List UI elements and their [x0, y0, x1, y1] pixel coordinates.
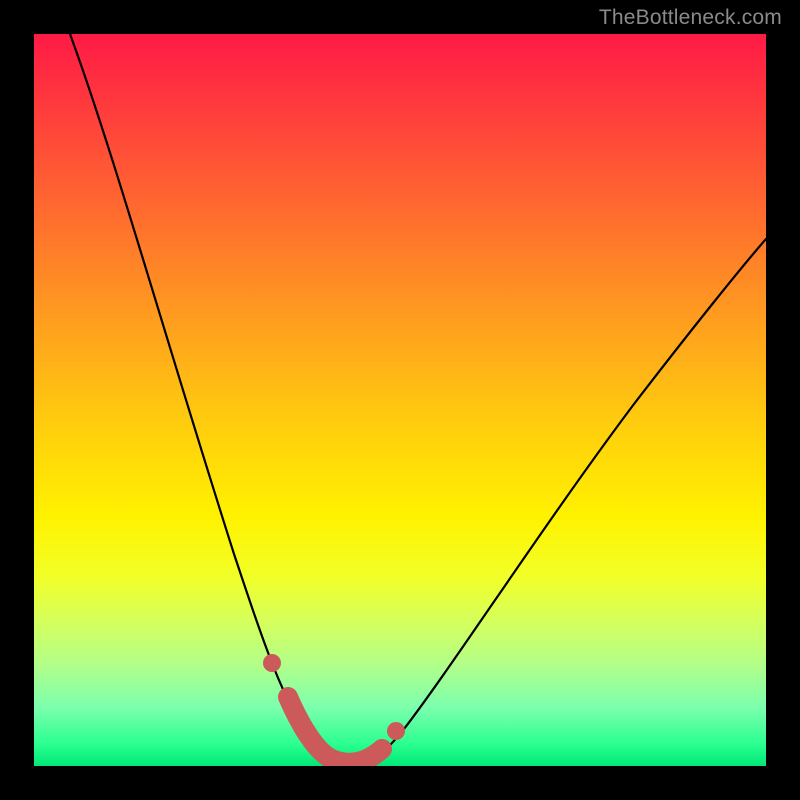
chart-canvas: TheBottleneck.com [0, 0, 800, 800]
watermark: TheBottleneck.com [599, 6, 782, 30]
gradient-background [34, 34, 766, 766]
